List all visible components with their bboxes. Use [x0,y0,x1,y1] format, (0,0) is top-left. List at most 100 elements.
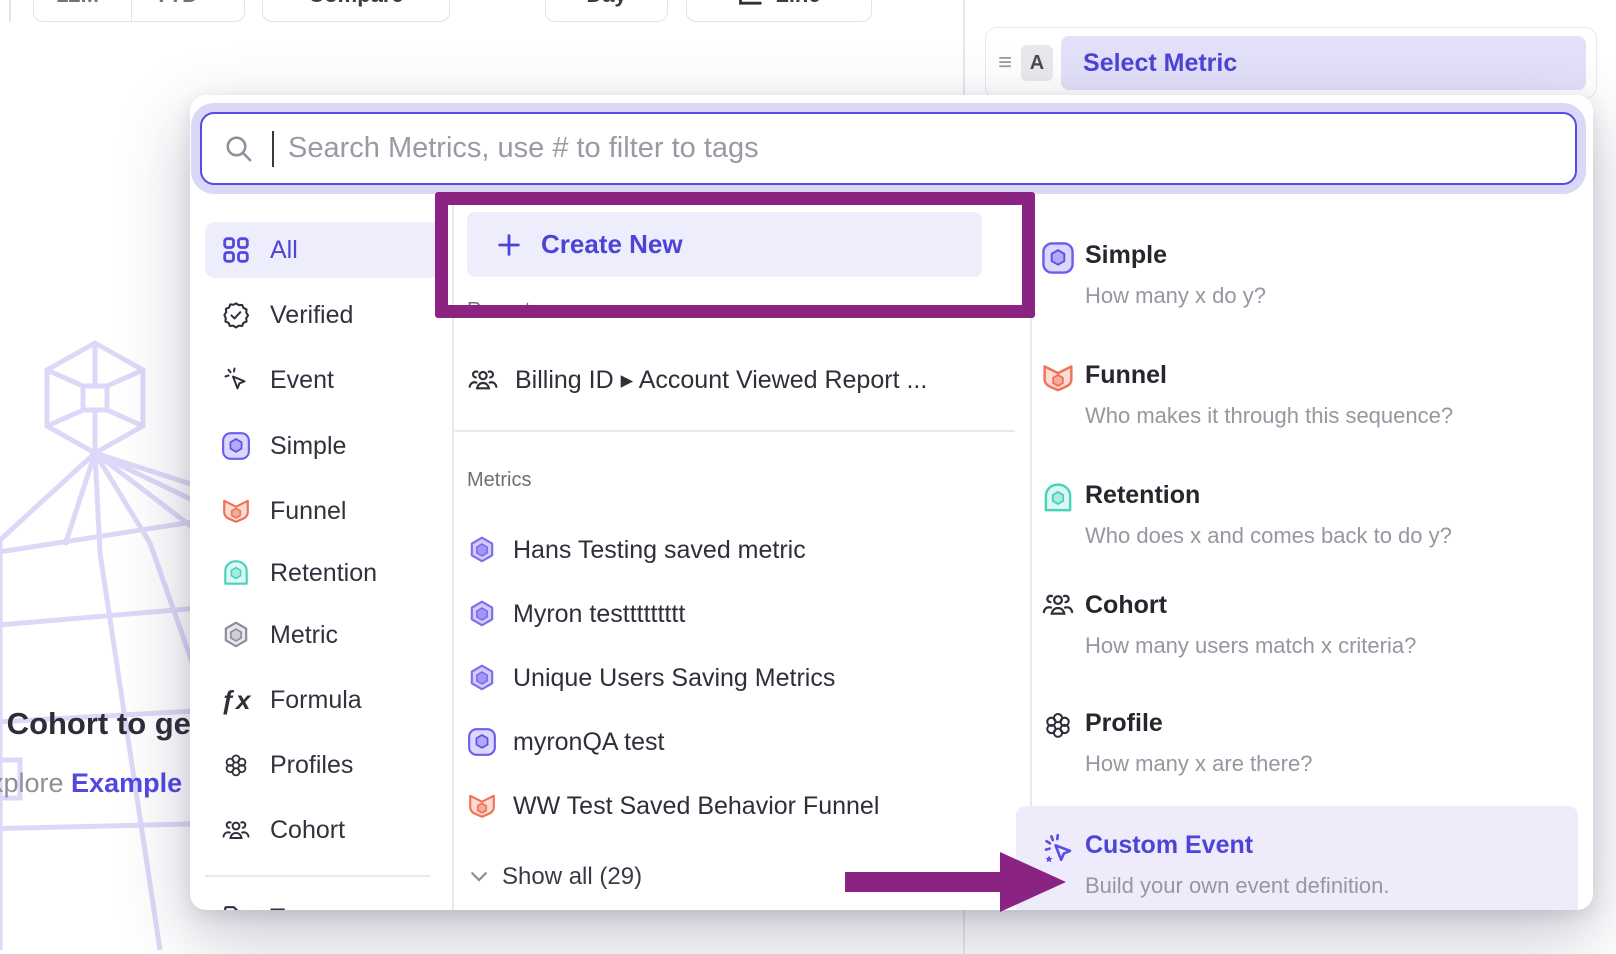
sidebar-item-label: All [270,236,298,265]
profiles-cluster-icon [219,751,253,779]
search-input[interactable] [286,131,1575,166]
sidebar-divider [205,875,430,877]
type-description: Build your own event definition. [1085,873,1593,899]
saved-metric-item[interactable]: WW Test Saved Behavior Funnel [467,783,1007,829]
recent-item[interactable]: Billing ID ▸ Account Viewed Report ... [467,357,1007,403]
day-granularity-button[interactable]: Day [545,0,668,22]
range-ytd-label: YTD [154,0,198,8]
select-metric-field[interactable]: Select Metric [1061,36,1586,90]
sidebar-item-label: Cohort [270,816,345,845]
funnel-icon [467,791,497,821]
metric-row-card: ≡ A Select Metric [985,27,1597,99]
sidebar-item-label: Tags [270,904,323,911]
saved-metric-item[interactable]: Unique Users Saving Metrics [467,655,1007,701]
sidebar-item-retention[interactable]: Retention [205,545,440,601]
annotation-highlight-rectangle [435,192,1035,318]
retention-icon [1040,481,1076,515]
tag-icon [219,904,253,910]
line-chart-type-button[interactable]: Line [686,0,872,22]
saved-metric-label: Hans Testing saved metric [513,536,806,565]
sidebar-item-cohort[interactable]: Cohort [205,802,440,858]
cohort-people-icon [219,818,253,842]
type-title: Funnel [1085,361,1593,390]
metric-type-retention[interactable]: Retention Who does x and comes back to d… [1085,481,1593,549]
verified-badge-icon [219,301,253,329]
type-title: Profile [1085,709,1593,738]
day-label: Day [586,0,626,8]
line-chart-icon [737,0,765,9]
range-ytd-button[interactable]: YTD [131,0,244,21]
empty-state-headline: r Cohort to ge [0,706,191,742]
metric-type-funnel[interactable]: Funnel Who makes it through this sequenc… [1085,361,1593,429]
line-label: Line [775,0,820,8]
type-description: Who makes it through this sequence? [1085,403,1593,429]
chart-card-edge [9,0,11,22]
explore-prefix: xplore [0,768,71,798]
metric-search-box[interactable] [200,112,1577,185]
sidebar-item-label: Retention [270,559,377,588]
funnel-icon [1040,361,1076,395]
sidebar-item-metric[interactable]: Metric [205,607,440,663]
sidebar-item-label: Profiles [270,751,353,780]
simple-metric-icon [1040,241,1076,275]
metric-hexagon-icon [219,620,253,650]
metric-type-simple[interactable]: Simple How many x do y? [1085,241,1593,309]
sidebar-item-funnel[interactable]: Funnel [205,483,440,539]
sidebar-item-label: Event [270,366,334,395]
metric-type-custom-event[interactable]: Custom Event Build your own event defini… [1085,831,1593,899]
type-description: How many x do y? [1085,283,1593,309]
type-description: Who does x and comes back to do y? [1085,523,1593,549]
chevron-down-icon [470,871,488,882]
type-title: Simple [1085,241,1593,270]
example-report-link[interactable]: Example R [71,768,209,798]
sidebar-item-event[interactable]: Event [205,352,440,408]
type-description: How many x are there? [1085,751,1593,777]
metric-hexagon-icon [467,599,497,629]
compare-label: Compare [308,0,403,8]
profiles-cluster-icon [1040,709,1076,741]
sidebar-item-label: Verified [270,301,353,330]
metric-type-cohort[interactable]: Cohort How many users match x criteria? [1085,591,1593,659]
type-title: Cohort [1085,591,1593,620]
sidebar-item-label: Simple [270,432,346,461]
compare-button[interactable]: Compare [262,0,450,22]
empty-state-explore-line: xplore Example R [0,768,209,799]
saved-metric-label: myronQA test [513,728,664,757]
sidebar-item-tags[interactable]: Tags [205,890,440,910]
metric-hexagon-icon [467,535,497,565]
cohort-people-icon [467,367,499,393]
drag-handle-icon[interactable]: ≡ [998,51,1012,75]
saved-metric-item[interactable]: myronQA test [467,719,1007,765]
cohort-people-icon [1040,591,1076,618]
saved-metric-item[interactable]: Hans Testing saved metric [467,527,1007,573]
saved-metric-item[interactable]: Myron testtttttttt [467,591,1007,637]
metric-row-badge: A [1021,45,1053,81]
text-cursor [272,131,274,167]
range-12m-button[interactable]: 12M [34,0,121,21]
sidebar-item-label: Metric [270,621,338,650]
sidebar-item-formula[interactable]: ƒx Formula [205,672,440,728]
search-icon [224,134,254,164]
annotation-arrow-head [1000,852,1066,912]
sidebar-item-all[interactable]: All [205,222,440,278]
sidebar-item-simple[interactable]: Simple [205,418,440,474]
app-screen: 12M YTD Compare Day Line r Cohort to g [0,0,1616,954]
simple-metric-icon [219,431,253,461]
saved-metric-label: Myron testtttttttt [513,600,685,629]
metric-type-profile[interactable]: Profile How many x are there? [1085,709,1593,777]
grid-all-icon [219,236,253,264]
sidebar-item-verified[interactable]: Verified [205,287,440,343]
date-range-control[interactable]: 12M YTD [33,0,245,22]
saved-metric-label: Unique Users Saving Metrics [513,664,835,693]
funnel-icon [219,496,253,526]
type-description: How many users match x criteria? [1085,633,1593,659]
sidebar-item-profiles[interactable]: Profiles [205,737,440,793]
show-all-toggle[interactable]: Show all (29) [470,857,642,897]
metric-hexagon-icon [467,663,497,693]
sidebar-item-label: Funnel [270,497,346,526]
sidebar-item-label: Formula [270,686,362,715]
type-title: Retention [1085,481,1593,510]
retention-icon [219,558,253,588]
show-all-label: Show all (29) [502,863,642,891]
annotation-arrow [845,872,1003,892]
